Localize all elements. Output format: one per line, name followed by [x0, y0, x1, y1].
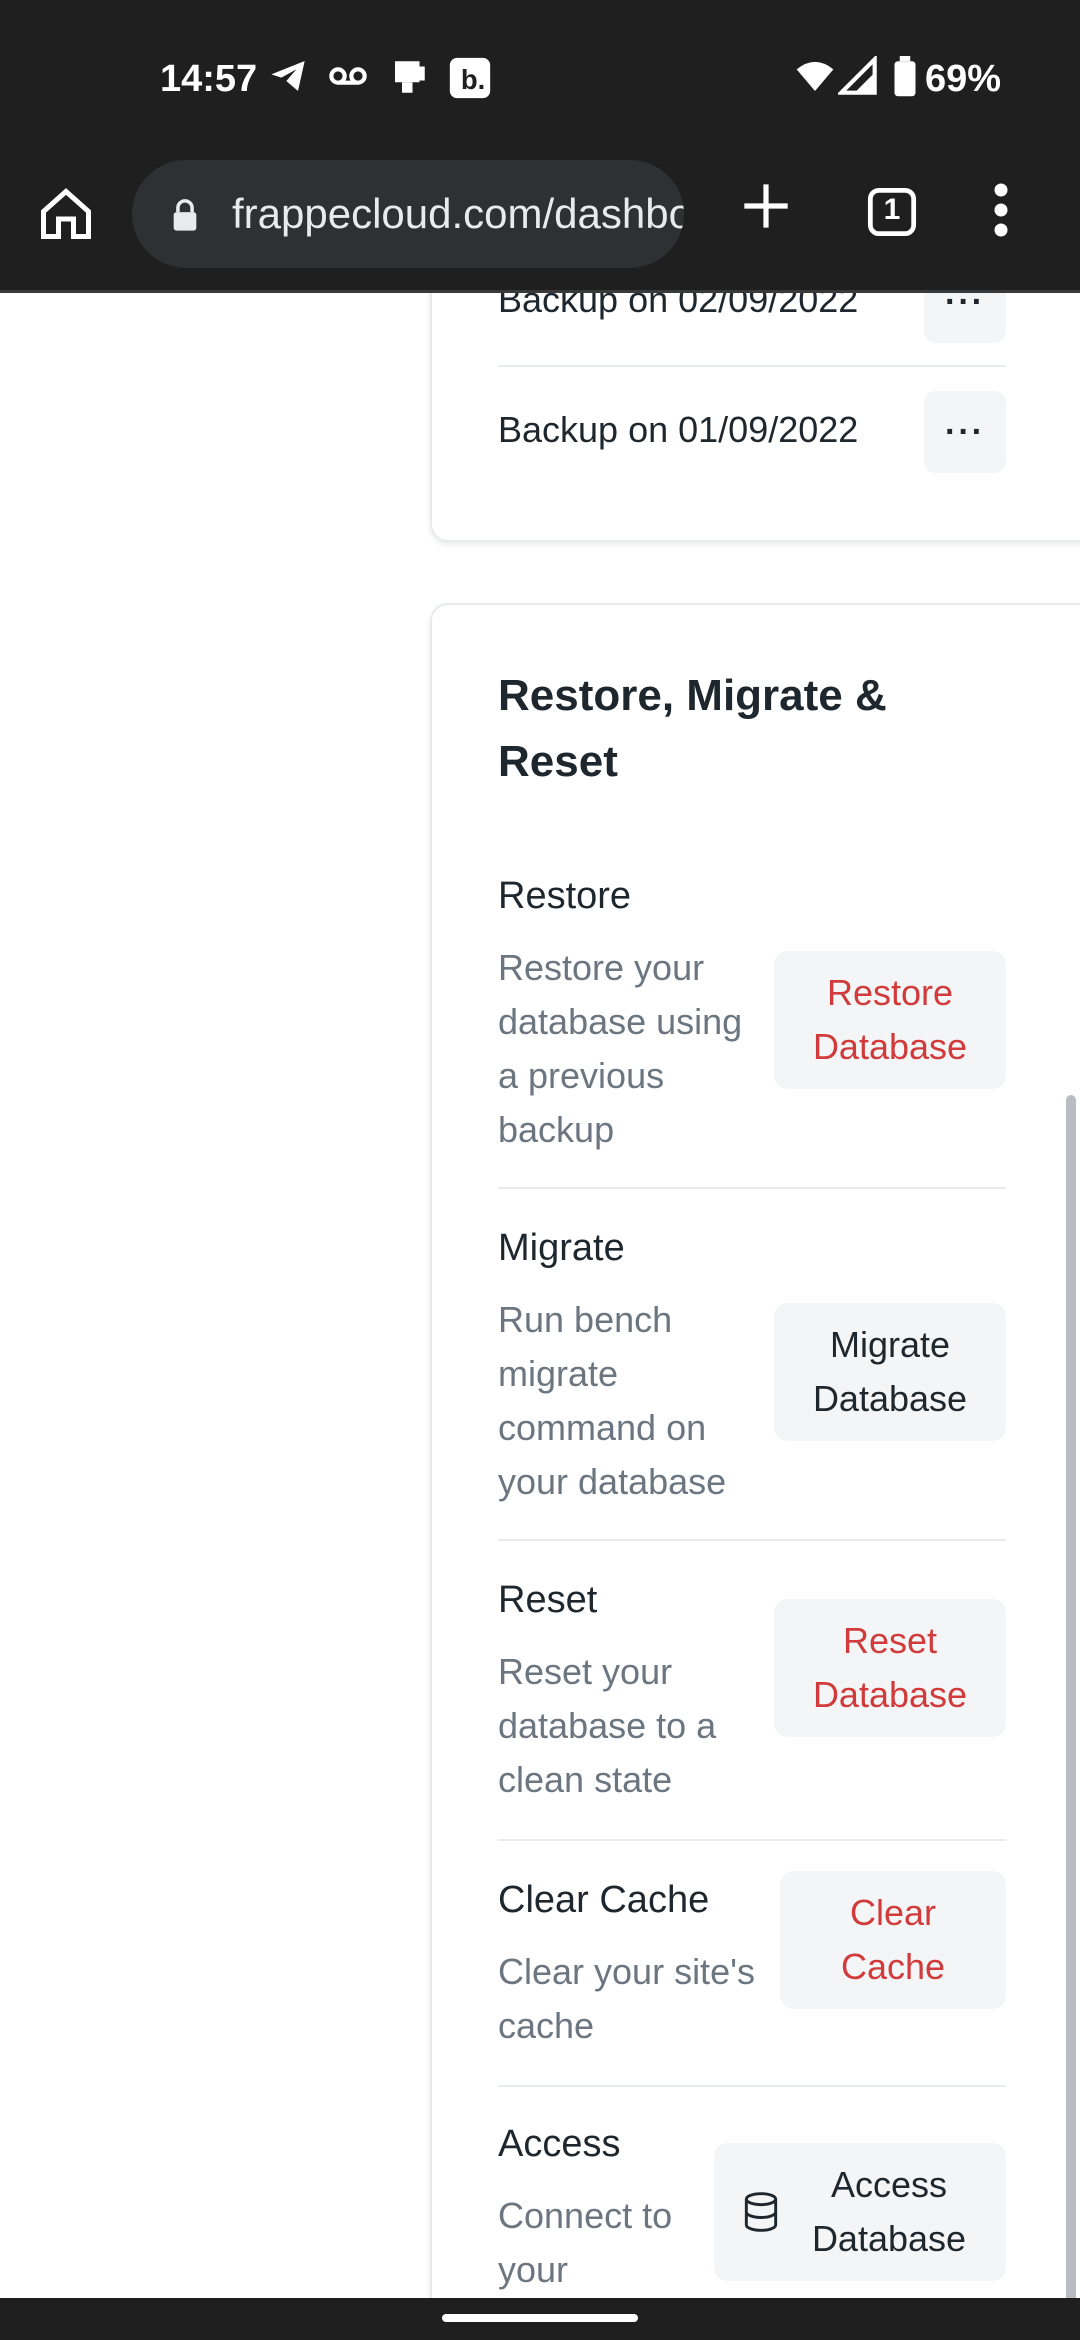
migrate-section: Migrate Run bench migrate command on you… — [498, 1227, 1006, 1541]
backup-row: Backup on 02/09/2022 ··· — [498, 293, 1006, 367]
gesture-handle[interactable] — [442, 2314, 638, 2322]
access-database-label: Access Database — [811, 2164, 967, 2259]
card-title: Restore, Migrate & Reset — [498, 671, 887, 786]
section-title: Clear Cache — [498, 1879, 710, 1921]
section-description: Restore your database using a previous b… — [498, 947, 743, 1150]
restore-section: Restore Restore your database using a pr… — [498, 875, 1006, 1189]
browser-toolbar: frappecloud.com/dashboard 1 — [0, 160, 1080, 293]
access-section: Access Connect to your database Access D… — [498, 2123, 1006, 2298]
backups-card: Backup on 02/09/2022 ··· Backup on 01/09… — [430, 293, 1080, 542]
url-text: frappecloud.com/dashboard — [232, 190, 684, 237]
reset-database-button[interactable]: Reset Database — [774, 1599, 1006, 1737]
sim-icon — [388, 56, 430, 103]
system-nav-bar — [0, 2298, 1080, 2340]
restore-migrate-reset-card: Restore, Migrate & Reset Restore Restore… — [430, 603, 1080, 2298]
backup-label: Backup on 02/09/2022 — [498, 293, 859, 320]
new-tab-icon[interactable] — [740, 180, 792, 232]
wifi-icon — [794, 56, 836, 101]
section-title: Migrate — [498, 1227, 625, 1269]
backup-row: Backup on 01/09/2022 ··· — [498, 365, 1006, 495]
section-title: Reset — [498, 1579, 598, 1621]
overflow-menu-icon[interactable] — [986, 180, 1016, 240]
reset-section: Reset Reset your database to a clean sta… — [498, 1579, 1006, 1841]
database-icon — [741, 2190, 781, 2234]
backup-options-button[interactable]: ··· — [924, 391, 1006, 473]
svg-text:b.: b. — [461, 64, 485, 95]
url-bar[interactable]: frappecloud.com/dashboard — [132, 160, 684, 268]
scrollbar[interactable] — [1066, 1095, 1076, 2298]
signal-icon — [836, 54, 878, 101]
lock-icon — [170, 198, 200, 237]
restore-database-button[interactable]: Restore Database — [774, 951, 1006, 1089]
status-bar: 14:57 b. 69% — [0, 0, 1080, 160]
booking-icon: b. — [448, 56, 492, 105]
backup-options-button[interactable]: ··· — [924, 293, 1006, 343]
section-description: Clear your site's cache — [498, 1951, 755, 2046]
telegram-icon — [268, 56, 308, 101]
status-time: 14:57 — [160, 58, 258, 100]
voicemail-icon — [326, 56, 370, 101]
section-description: Reset your database to a clean state — [498, 1651, 717, 1800]
section-title: Access — [498, 2123, 621, 2165]
section-description: Connect to your database — [498, 2195, 673, 2290]
section-title: Restore — [498, 875, 632, 917]
battery-percent: 69% — [925, 58, 1002, 100]
clear-cache-section: Clear Cache Clear your site's cache Clea… — [498, 1871, 1006, 2087]
tab-switcher-button[interactable]: 1 — [866, 186, 918, 238]
page-content: Backup on 02/09/2022 ··· Backup on 01/09… — [0, 293, 1080, 2298]
battery-icon — [892, 56, 918, 103]
section-description: Run bench migrate command on your databa… — [498, 1299, 727, 1502]
clear-cache-button[interactable]: Clear Cache — [780, 1871, 1006, 2009]
tab-count: 1 — [883, 193, 901, 226]
home-icon[interactable] — [36, 184, 96, 244]
migrate-database-button[interactable]: Migrate Database — [774, 1303, 1006, 1441]
backup-label: Backup on 01/09/2022 — [498, 409, 859, 450]
access-database-button[interactable]: Access Database — [714, 2143, 1006, 2281]
